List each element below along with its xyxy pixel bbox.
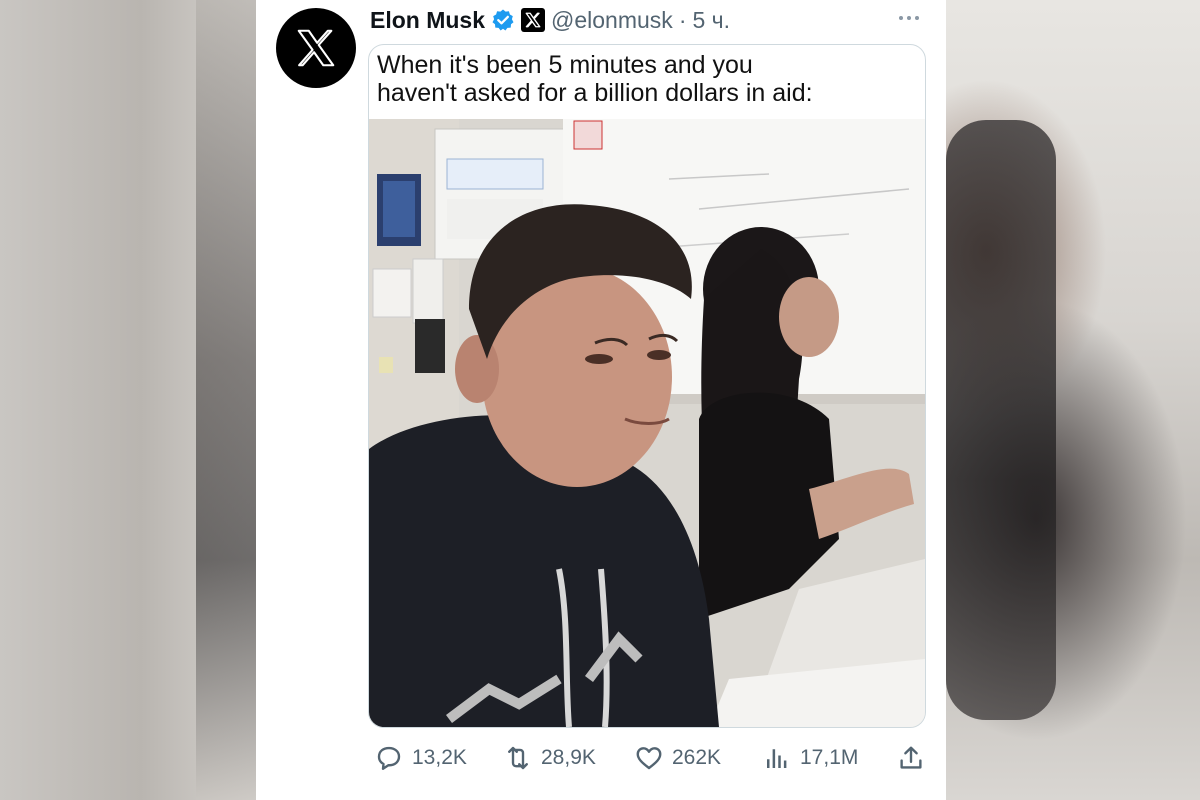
blurred-background-right [946, 0, 1200, 800]
share-icon [900, 746, 922, 769]
like-count: 262K [672, 746, 722, 769]
screenshot-stage: Elon Musk @elonmusk · 5 ч. When it's bee… [0, 0, 1200, 800]
caption-line-1: When it's been 5 minutes and you [377, 51, 753, 79]
views-button[interactable]: 17,1M [762, 738, 858, 778]
repost-icon [508, 746, 528, 770]
blurred-background-left [0, 0, 256, 800]
views-bar-chart-icon [767, 749, 787, 768]
meme-photo [369, 119, 925, 727]
avatar[interactable] [276, 8, 356, 88]
author-name[interactable]: Elon Musk [370, 7, 485, 34]
repost-button[interactable]: 28,9K [503, 738, 596, 778]
heart-icon [636, 747, 662, 770]
tweet-time[interactable]: 5 ч. [692, 7, 730, 34]
author-handle[interactable]: @elonmusk [551, 7, 673, 34]
tweet-card: Elon Musk @elonmusk · 5 ч. When it's bee… [256, 0, 946, 800]
views-count: 17,1M [800, 746, 859, 769]
tweet-media[interactable]: When it's been 5 minutes and you haven't… [368, 44, 926, 728]
share-button[interactable] [896, 738, 926, 778]
tweet-header: Elon Musk @elonmusk · 5 ч. [370, 4, 930, 36]
reply-button[interactable]: 13,2K [374, 738, 467, 778]
tweet-actions: 13,2K 28,9K 262K 17,1M [368, 738, 928, 778]
reply-icon [377, 746, 401, 770]
verified-badge-icon [492, 9, 514, 31]
repost-count: 28,9K [541, 746, 596, 769]
x-logo-icon [297, 29, 335, 67]
header-separator: · [678, 6, 687, 33]
meme-caption: When it's been 5 minutes and you haven't… [369, 45, 925, 119]
more-horizontal-icon [899, 16, 903, 20]
reply-count: 13,2K [412, 746, 467, 769]
more-options-button[interactable] [894, 6, 924, 30]
like-button[interactable]: 262K [634, 738, 721, 778]
caption-line-2: haven't asked for a billion dollars in a… [377, 79, 813, 107]
affiliate-x-logo-icon[interactable] [521, 8, 546, 32]
